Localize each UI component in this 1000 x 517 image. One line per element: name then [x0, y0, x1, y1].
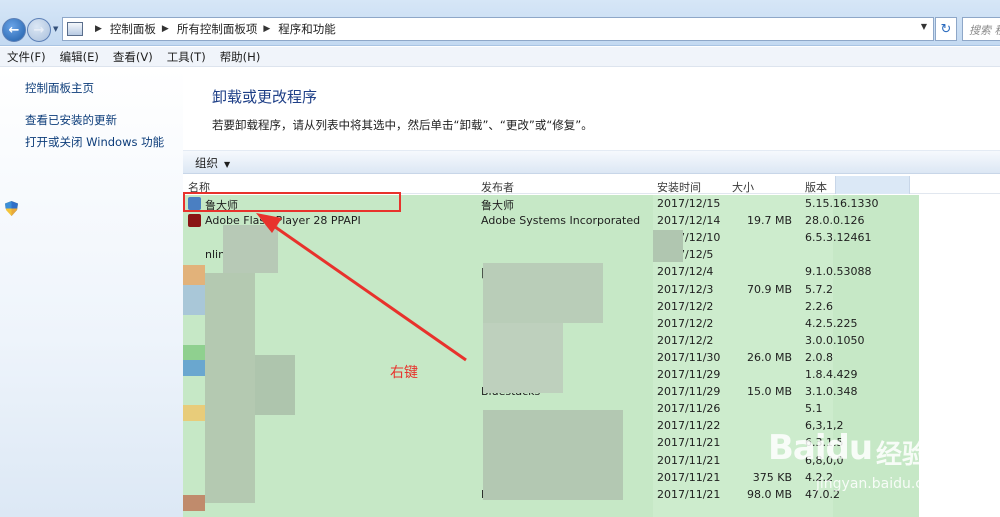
annotation-label: 右键 — [390, 365, 418, 381]
watermark-brand-cn: 经验 — [876, 440, 929, 470]
watermark-logo: Baidu 经验 jingyan.baidu.com — [768, 420, 998, 515]
watermark-brand: Baidu — [768, 428, 873, 468]
watermark-url: jingyan.baidu.com — [816, 476, 946, 492]
